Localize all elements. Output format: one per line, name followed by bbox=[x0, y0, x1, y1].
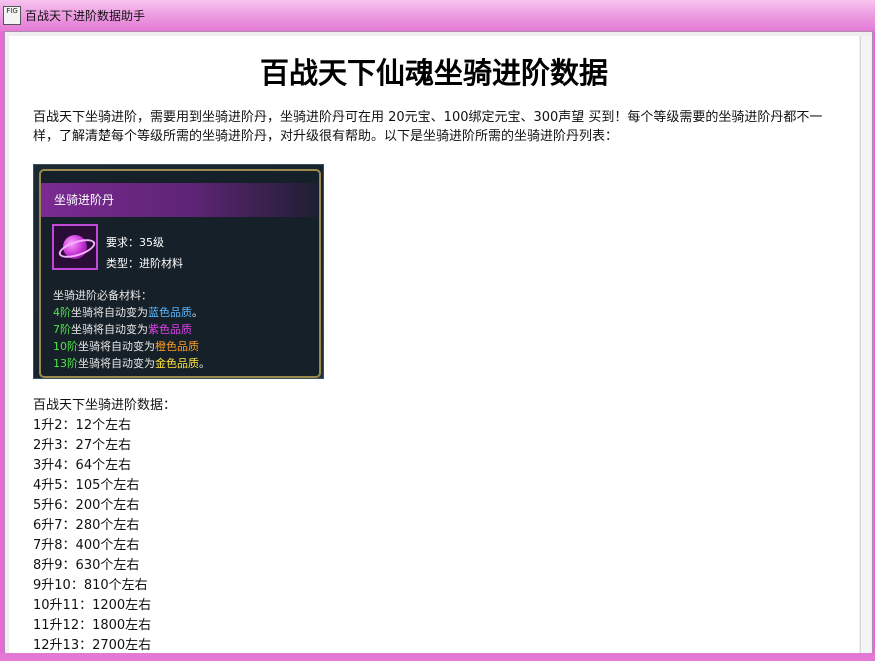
item-type: 类型：进阶材料 bbox=[106, 257, 183, 270]
intro-paragraph: 百战天下坐骑进阶，需要用到坐骑进阶丹，坐骑进阶丹可在用 20元宝、100绑定元宝… bbox=[33, 110, 823, 144]
window-bottom-border bbox=[0, 653, 875, 661]
app-icon: FIG bbox=[3, 6, 21, 25]
upgrade-data-row: 5升6：200个左右 bbox=[33, 498, 140, 513]
upgrade-data-row: 6升7：280个左右 bbox=[33, 518, 140, 533]
item-requirement: 要求：35级 bbox=[106, 236, 164, 249]
vertical-scrollbar[interactable] bbox=[860, 36, 871, 653]
material-line: 10阶坐骑将自动变为橙色品质 bbox=[53, 340, 199, 353]
item-tooltip-image: 坐骑进阶丹 要求：35级 类型：进阶材料 坐骑进阶必备材料： 4阶坐骑将自动变为… bbox=[33, 164, 324, 379]
item-name: 坐骑进阶丹 bbox=[54, 193, 115, 207]
item-card-header: 坐骑进阶丹 bbox=[41, 183, 319, 217]
material-line: 7阶坐骑将自动变为紫色品质 bbox=[53, 323, 192, 336]
material-line: 13阶坐骑将自动变为金色品质。 bbox=[53, 357, 210, 370]
upgrade-data-row: 10升11：1200左右 bbox=[33, 598, 152, 613]
window-title: 百战天下进阶数据助手 bbox=[25, 9, 146, 23]
upgrade-data-title: 百战天下坐骑进阶数据： bbox=[33, 398, 177, 413]
item-materials: 坐骑进阶必备材料： 4阶坐骑将自动变为蓝色品质。 7阶坐骑将自动变为紫色品质 1… bbox=[53, 287, 210, 372]
material-line: 4阶坐骑将自动变为蓝色品质。 bbox=[53, 306, 203, 319]
upgrade-data-row: 11升12：1800左右 bbox=[33, 618, 152, 633]
upgrade-data-row: 7升8：400个左右 bbox=[33, 538, 140, 553]
upgrade-data-row: 2升3：27个左右 bbox=[33, 438, 132, 453]
upgrade-data-row: 8升9：630个左右 bbox=[33, 558, 140, 573]
upgrade-data-list: 百战天下坐骑进阶数据： 1升2：12个左右 2升3：27个左右 3升4：64个左… bbox=[33, 396, 176, 653]
materials-title: 坐骑进阶必备材料： bbox=[53, 289, 152, 302]
upgrade-data-row: 9升10：810个左右 bbox=[33, 578, 148, 593]
item-card-frame: 坐骑进阶丹 要求：35级 类型：进阶材料 坐骑进阶必备材料： 4阶坐骑将自动变为… bbox=[39, 169, 321, 378]
page-title: 百战天下仙魂坐骑进阶数据 bbox=[259, 56, 608, 90]
upgrade-data-row: 1升2：12个左右 bbox=[33, 418, 132, 433]
purple-orb-icon bbox=[52, 224, 98, 270]
content-area: 百战天下仙魂坐骑进阶数据 百战天下坐骑进阶，需要用到坐骑进阶丹，坐骑进阶丹可在用… bbox=[9, 36, 859, 653]
upgrade-data-row: 4升5：105个左右 bbox=[33, 478, 140, 493]
window-titlebar[interactable]: FIG 百战天下进阶数据助手 bbox=[0, 0, 875, 31]
upgrade-data-row: 12升13：2700左右 bbox=[33, 638, 152, 653]
upgrade-data-row: 3升4：64个左右 bbox=[33, 458, 132, 473]
